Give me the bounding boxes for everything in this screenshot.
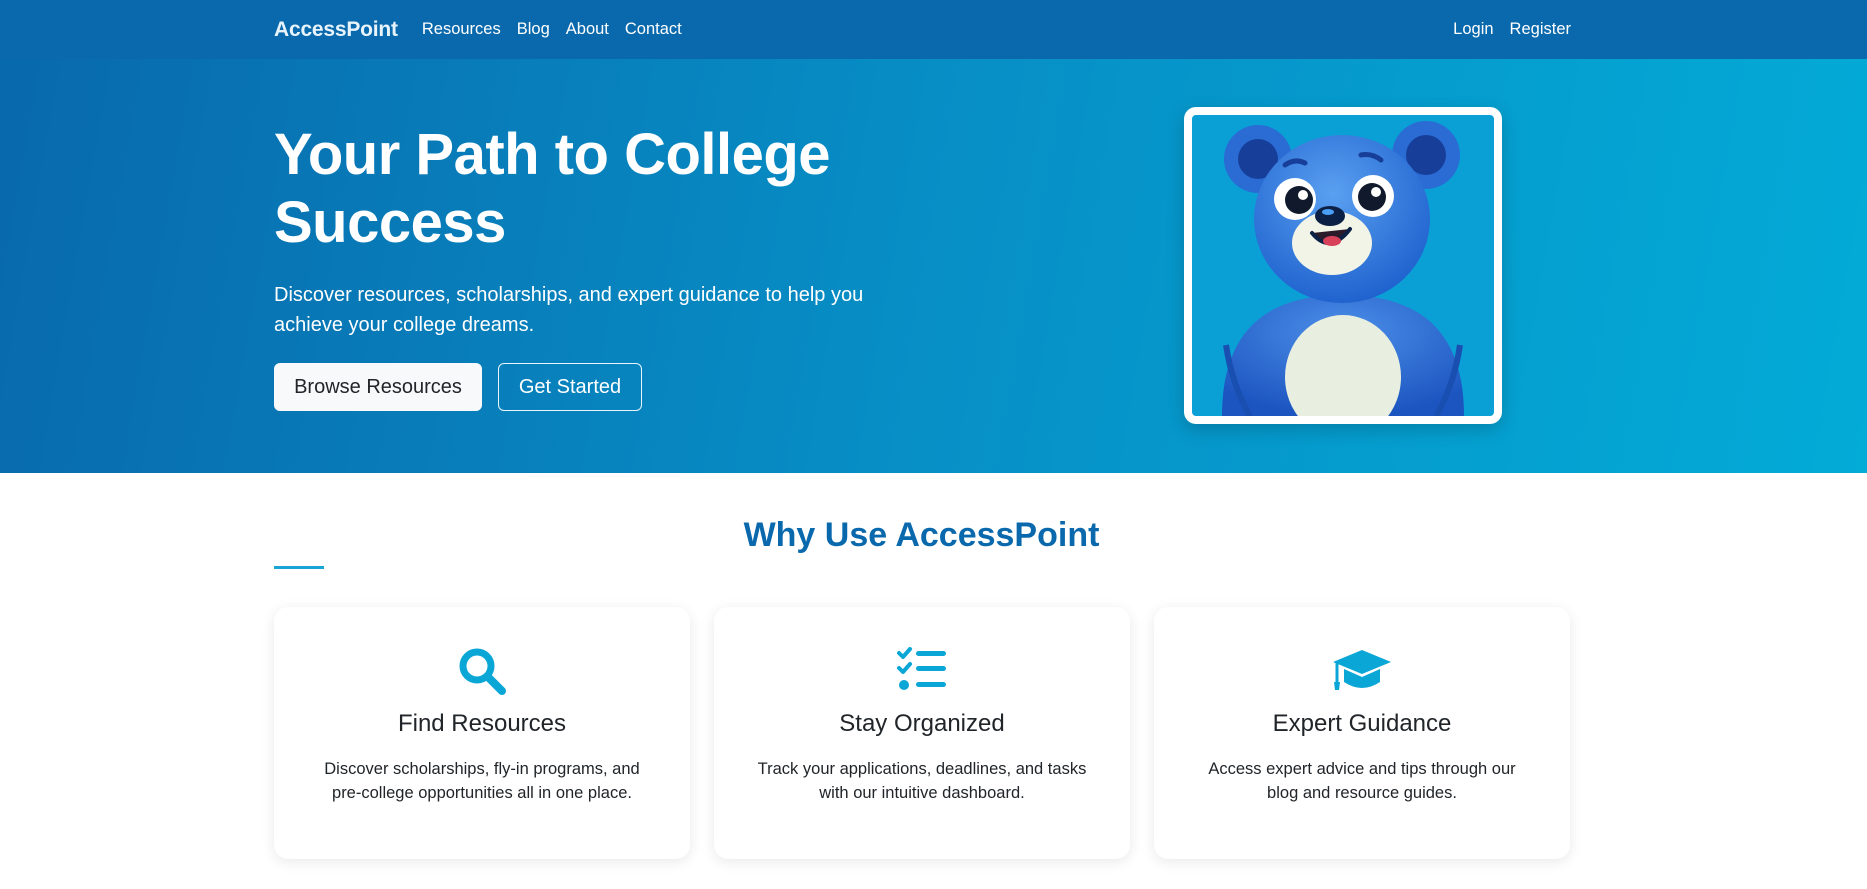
get-started-button[interactable]: Get Started [498, 363, 642, 411]
hero-section: Your Path to College Success Discover re… [0, 59, 1867, 473]
nav-link-contact[interactable]: Contact [625, 20, 682, 39]
browse-resources-button[interactable]: Browse Resources [274, 363, 482, 411]
navbar-container: AccessPoint Resources Blog About Contact… [274, 0, 1571, 59]
navbar: AccessPoint Resources Blog About Contact… [0, 0, 1867, 59]
brand-logo[interactable]: AccessPoint [274, 18, 398, 42]
checklist-icon [714, 645, 1130, 697]
search-icon [274, 645, 690, 697]
feature-card-stay-organized: Stay Organized Track your applications, … [714, 607, 1130, 859]
nav-left: AccessPoint Resources Blog About Contact [274, 18, 698, 42]
card-text: Track your applications, deadlines, and … [757, 760, 1087, 802]
nav-right: Login Register [1437, 20, 1571, 39]
feature-card-find-resources: Find Resources Discover scholarships, fl… [274, 607, 690, 859]
card-title: Find Resources [397, 710, 567, 737]
card-title: Stay Organized [839, 710, 1005, 737]
card-text: Access expert advice and tips through ou… [1208, 760, 1516, 802]
title-underline [274, 566, 324, 569]
bear-mascot-image [1192, 115, 1494, 416]
nav-link-about[interactable]: About [566, 20, 609, 39]
card-text: Discover scholarships, fly-in programs, … [324, 760, 640, 802]
hero-subtitle: Discover resources, scholarships, and ex… [274, 284, 864, 336]
mascot-frame [1184, 107, 1502, 424]
graduation-cap-icon [1154, 645, 1570, 697]
hero-title: Your Path to College Success [274, 122, 831, 255]
section-title: Why Use AccessPoint [743, 516, 1100, 554]
bear-mascot-illustration [1222, 121, 1464, 416]
feature-card-expert-guidance: Expert Guidance Access expert advice and… [1154, 607, 1570, 859]
nav-link-blog[interactable]: Blog [517, 20, 550, 39]
login-link[interactable]: Login [1453, 20, 1493, 39]
nav-link-resources[interactable]: Resources [422, 20, 501, 39]
register-link[interactable]: Register [1510, 20, 1571, 39]
card-title: Expert Guidance [1272, 710, 1452, 737]
